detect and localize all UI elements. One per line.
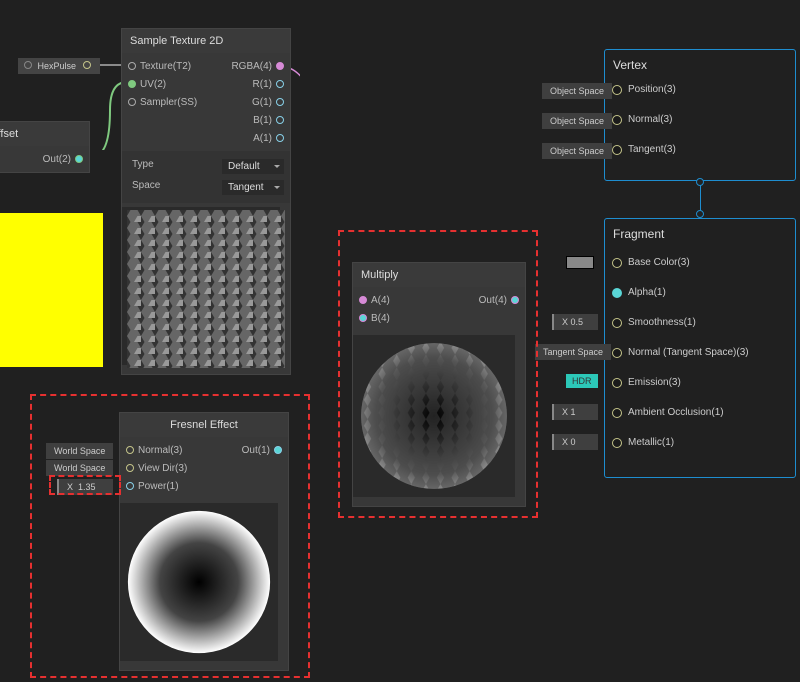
g-port[interactable] [276,98,284,106]
fragment-title: Fragment [613,227,787,241]
texture-label: Texture(T2) [140,61,191,72]
uv-port[interactable] [128,80,136,88]
smooth-label: Smoothness(1) [628,317,696,328]
highlight-fresnel [30,394,310,678]
master-connector [700,183,701,213]
b-label: B(1) [253,115,272,126]
r-label: R(1) [253,79,272,90]
shader-graph-canvas[interactable]: HexPulse Offset Out(2) Sample Texture 2D… [0,0,800,682]
emission-port[interactable] [612,378,622,388]
metallic-field[interactable]: X 0 [552,434,598,450]
type-label: Type [132,159,154,174]
highlight-multiply [338,230,538,518]
hex-pattern-preview [127,210,285,368]
space-label: Space [132,180,160,195]
hexpulse-label: HexPulse [38,61,77,71]
sampler-port[interactable] [128,98,136,106]
alpha-label: Alpha(1) [628,287,666,298]
color-preview [0,213,103,367]
ao-field[interactable]: X 1 [552,404,598,420]
vertex-tan-label: Tangent(3) [628,144,676,155]
sampler-label: Sampler(SS) [140,97,197,108]
vertex-pos-port[interactable] [612,85,622,95]
vertex-tan-tag[interactable]: Object Space [542,143,612,159]
basecolor-label: Base Color(3) [628,257,690,268]
metallic-port[interactable] [612,438,622,448]
alpha-port[interactable] [612,288,622,298]
frag-normal-label: Normal (Tangent Space)(3) [628,347,749,358]
ao-port[interactable] [612,408,622,418]
uv-label: UV(2) [140,79,166,90]
vertex-norm-label: Normal(3) [628,114,672,125]
hdr-tag[interactable]: HDR [566,374,598,388]
highlight-power-value [49,475,121,495]
connector-dot [696,210,704,218]
ao-label: Ambient Occlusion(1) [628,407,724,418]
smooth-field[interactable]: X 0.5 [552,314,598,330]
vertex-tan-port[interactable] [612,145,622,155]
smooth-port[interactable] [612,318,622,328]
texture-port[interactable] [128,62,136,70]
rgba-port[interactable] [276,62,284,70]
type-dropdown[interactable]: Default [222,159,284,174]
basecolor-port[interactable] [612,258,622,268]
space-dropdown[interactable]: Tangent [222,180,284,195]
basecolor-chip[interactable] [566,256,594,269]
frag-normal-port[interactable] [612,348,622,358]
rgba-label: RGBA(4) [231,61,272,72]
vertex-pos-label: Position(3) [628,84,676,95]
frag-normal-tag[interactable]: Tangent Space [535,344,611,360]
vertex-norm-tag[interactable]: Object Space [542,113,612,129]
metallic-label: Metallic(1) [628,437,674,448]
offset-node[interactable]: Offset Out(2) [0,121,90,173]
b-port[interactable] [276,116,284,124]
connector-dot [696,178,704,186]
offset-out-label: Out(2) [43,154,71,165]
g-label: G(1) [252,97,272,108]
r-port[interactable] [276,80,284,88]
a-label: A(1) [253,133,272,144]
sample-texture-title: Sample Texture 2D [122,29,290,53]
offset-title: Offset [0,122,89,146]
offset-out-port[interactable] [75,155,83,163]
vertex-title: Vertex [613,58,787,72]
a-port[interactable] [276,134,284,142]
emission-label: Emission(3) [628,377,681,388]
vertex-norm-port[interactable] [612,115,622,125]
module-icon [24,61,32,69]
vertex-pos-tag[interactable]: Object Space [542,83,612,99]
hexpulse-property[interactable]: HexPulse [18,58,100,74]
output-port[interactable] [83,61,91,69]
